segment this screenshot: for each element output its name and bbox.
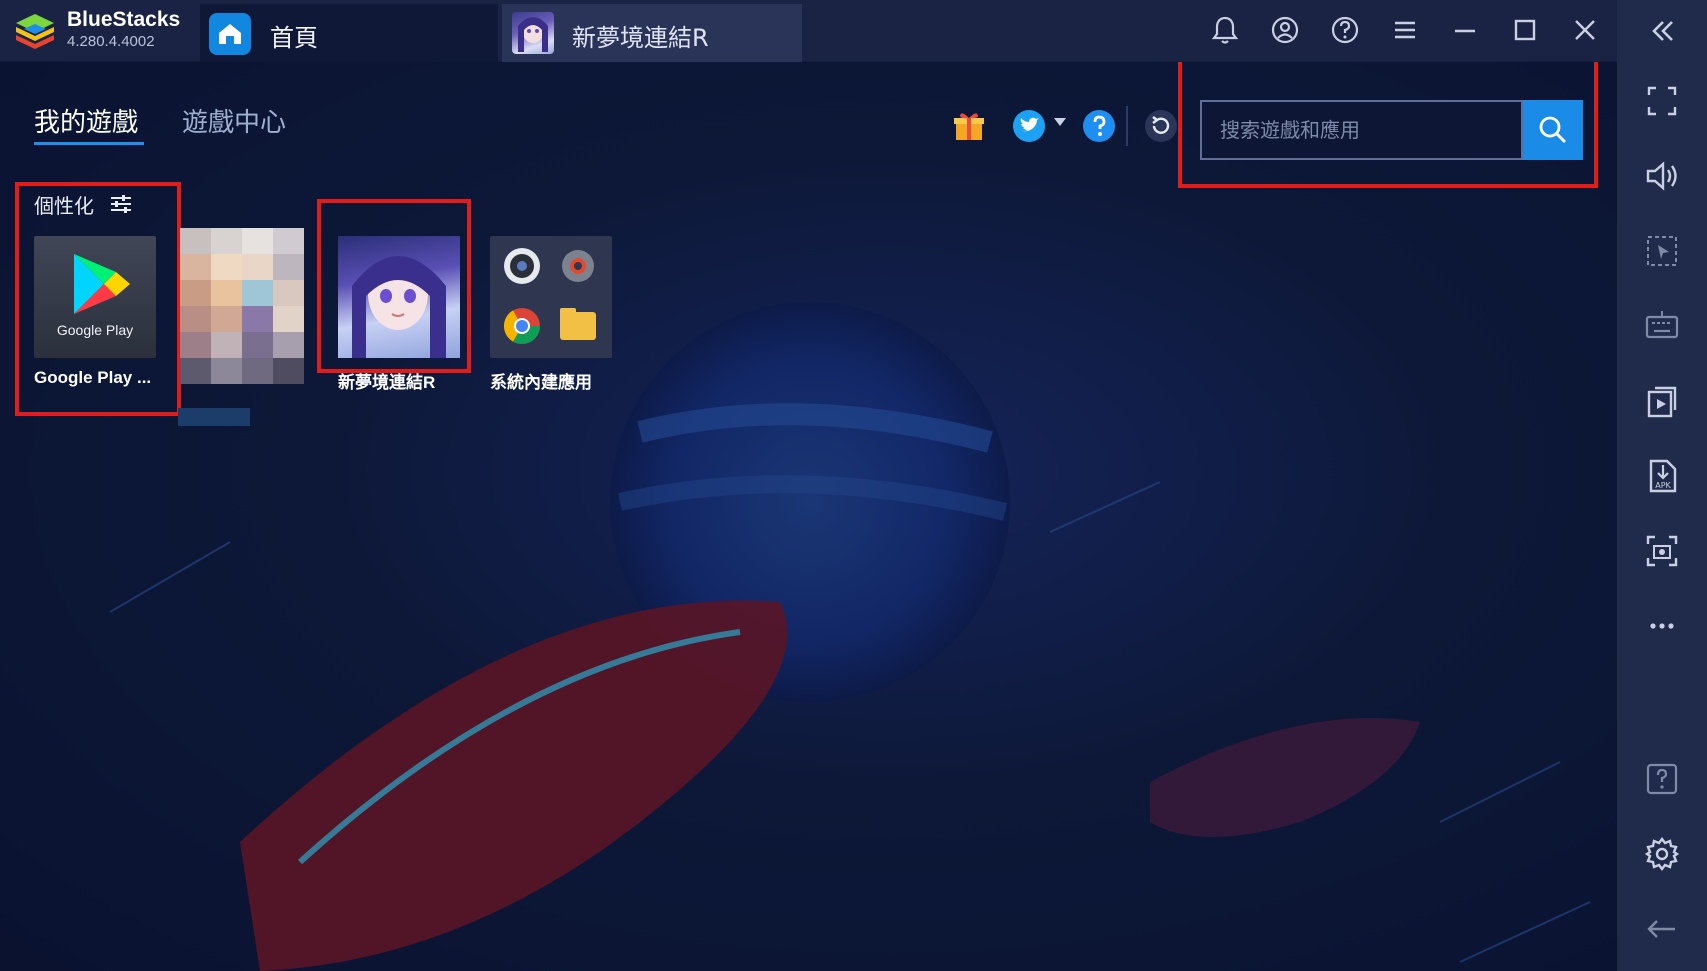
right-sidebar: APK — [1617, 0, 1707, 971]
background-artwork — [109, 302, 1591, 971]
app-name: BlueStacks — [67, 8, 181, 31]
settings-icon[interactable] — [1641, 833, 1683, 875]
back-icon[interactable] — [1641, 908, 1683, 950]
help-icon[interactable] — [1081, 108, 1117, 144]
volume-icon[interactable] — [1641, 155, 1683, 197]
refresh-icon[interactable] — [1143, 108, 1179, 144]
main-content: 我的遊戲 遊戲中心 個性化 — [0, 62, 1617, 971]
tab-game[interactable]: 新夢境連結R — [502, 4, 802, 62]
tab-my-games[interactable]: 我的遊戲 — [34, 102, 138, 139]
pixelated-app-icon[interactable] — [180, 228, 304, 384]
system-apps-folder-icon[interactable] — [490, 236, 612, 358]
close-icon[interactable] — [1567, 12, 1603, 48]
apk-install-icon[interactable]: APK — [1641, 455, 1683, 497]
game-highlight-box — [317, 199, 471, 373]
header-divider — [1126, 106, 1128, 146]
media-import-icon[interactable] — [1641, 380, 1683, 422]
app-version: 4.280.4.4002 — [67, 33, 155, 50]
google-play-highlight-box — [15, 182, 181, 416]
active-tab-indicator — [34, 142, 144, 145]
cursor-select-icon[interactable] — [1641, 230, 1683, 272]
minimize-icon[interactable] — [1447, 12, 1483, 48]
app-label-system-apps: 系統內建應用 — [490, 373, 592, 392]
bluestacks-window: BlueStacks 4.280.4.4002 首頁 新夢境連結R 我的遊戲 遊… — [0, 0, 1707, 971]
fullscreen-icon[interactable] — [1641, 80, 1683, 122]
help-icon[interactable] — [1641, 758, 1683, 800]
bell-icon[interactable] — [1207, 12, 1243, 48]
keyboard-icon[interactable] — [1641, 305, 1683, 347]
help-icon[interactable] — [1327, 12, 1363, 48]
game-thumbnail-icon — [512, 12, 554, 54]
more-icon[interactable] — [1641, 605, 1683, 647]
menu-icon[interactable] — [1387, 12, 1423, 48]
account-icon[interactable] — [1267, 12, 1303, 48]
chevron-down-icon[interactable] — [1054, 118, 1066, 126]
gift-icon[interactable] — [951, 108, 987, 144]
home-icon — [209, 13, 251, 55]
maximize-icon[interactable] — [1507, 12, 1543, 48]
tab-game-label: 新夢境連結R — [572, 24, 709, 52]
pixelated-app-label — [178, 408, 250, 426]
tab-home-label: 首頁 — [270, 24, 318, 52]
collapse-icon[interactable] — [1641, 10, 1683, 52]
title-bar: BlueStacks 4.280.4.4002 首頁 新夢境連結R — [0, 0, 1707, 62]
tab-home[interactable]: 首頁 — [200, 4, 498, 62]
bluestacks-logo-icon — [16, 14, 54, 49]
twitter-icon[interactable] — [1011, 108, 1047, 144]
tab-game-center[interactable]: 遊戲中心 — [182, 102, 286, 139]
svg-text:APK: APK — [1655, 481, 1671, 490]
search-highlight-box — [1178, 62, 1598, 188]
screenshot-icon[interactable] — [1641, 530, 1683, 572]
